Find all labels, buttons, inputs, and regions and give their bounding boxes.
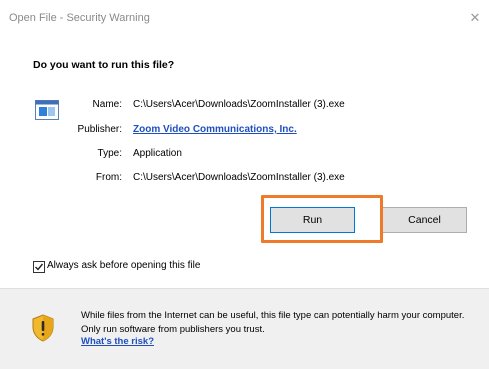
dialog-question: Do you want to run this file? — [33, 59, 175, 71]
title-bar: Open File - Security Warning ✕ — [0, 0, 489, 36]
name-label: Name: — [92, 99, 122, 110]
shield-warning-icon — [32, 314, 54, 342]
from-label: From: — [95, 172, 122, 183]
publisher-label: Publisher: — [77, 124, 122, 135]
warning-footer: While files from the Internet can be use… — [0, 288, 489, 369]
checkmark-icon — [35, 263, 44, 271]
warning-text: While files from the Internet can be use… — [81, 310, 465, 335]
publisher-link[interactable]: Zoom Video Communications, Inc. — [133, 124, 297, 135]
always-ask-checkbox[interactable] — [33, 261, 45, 273]
from-value: C:\Users\Acer\Downloads\ZoomInstaller (3… — [133, 172, 345, 183]
close-button[interactable]: ✕ — [466, 8, 484, 28]
always-ask-label[interactable]: Always ask before opening this file — [47, 260, 200, 271]
run-button-highlight — [261, 195, 383, 243]
window-title: Open File - Security Warning — [9, 12, 150, 24]
cancel-button[interactable]: Cancel — [382, 207, 467, 233]
whats-the-risk-link[interactable]: What's the risk? — [81, 336, 154, 347]
name-value: C:\Users\Acer\Downloads\ZoomInstaller (3… — [133, 99, 345, 110]
type-value: Application — [133, 148, 182, 159]
type-label: Type: — [97, 148, 122, 159]
